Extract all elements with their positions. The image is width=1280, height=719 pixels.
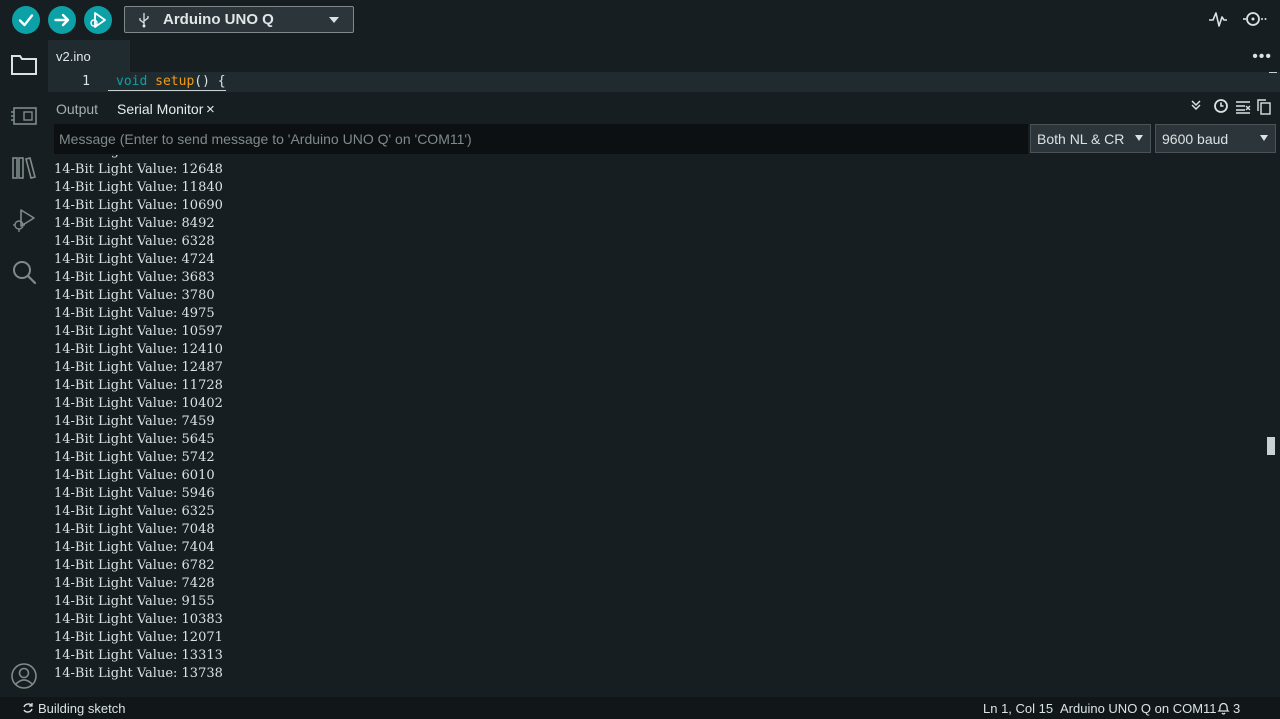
status-bar: Building sketch Ln 1, Col 15 Arduino UNO… <box>0 697 1280 719</box>
clear-output-icon[interactable] <box>1235 100 1251 114</box>
library-icon[interactable] <box>10 154 38 182</box>
chevron-down-icon <box>1135 135 1143 141</box>
serial-line: 14-Bit Light Value: 9155 <box>54 594 215 609</box>
serial-line: 14-Bit Light Value: 10597 <box>54 324 223 339</box>
line-ending-select[interactable]: Both NL & CR <box>1030 124 1151 153</box>
serial-line: 14-Bit Light Value: 12071 <box>54 630 223 645</box>
tab-serial-monitor[interactable]: Serial Monitor <box>117 101 203 117</box>
boards-icon[interactable] <box>10 102 38 130</box>
tab-v2-ino[interactable]: v2.ino <box>48 40 130 72</box>
usb-icon <box>139 12 149 27</box>
serial-line: 14-Bit Light Value: 7459 <box>54 414 215 429</box>
toolbar: Arduino UNO Q <box>0 0 1280 40</box>
serial-line: 14-Bit Light Value: 4975 <box>54 306 215 321</box>
serial-monitor-icon[interactable] <box>1241 9 1269 29</box>
line-number: 1 <box>82 74 90 89</box>
serial-line: 14-Bit Light Value: 7048 <box>54 522 215 537</box>
serial-line: 14-Bit Light Value: 13313 <box>54 648 223 663</box>
serial-line: 14-Bit Light Value: 11728 <box>54 378 223 393</box>
serial-line: 14-Bit Light Value: 10383 <box>54 612 223 627</box>
serial-line: 14-Bit Light Value: 3683 <box>54 270 215 285</box>
serial-line: 14-Bit Light Value: 10402 <box>54 396 223 411</box>
copy-output-icon[interactable] <box>1256 99 1272 115</box>
check-icon <box>18 14 34 27</box>
serial-line: 14-Bit Light Value: 5946 <box>54 486 215 501</box>
board-port-status[interactable]: Arduino UNO Q on COM11 <box>1060 701 1217 716</box>
serial-message-input[interactable] <box>54 124 1028 154</box>
serial-line: 14-Bit Light Value: 5742 <box>54 450 215 465</box>
debug-button[interactable] <box>84 6 112 34</box>
serial-line: 14-Bit Light Value: 6325 <box>54 504 215 519</box>
arrow-right-icon <box>54 13 70 27</box>
close-icon[interactable]: × <box>206 101 215 118</box>
collapse-panel-icon[interactable] <box>1190 99 1202 111</box>
upload-button[interactable] <box>48 6 76 34</box>
timestamp-icon[interactable] <box>1213 98 1229 114</box>
chevron-down-icon <box>1260 135 1268 141</box>
bell-icon[interactable] <box>1217 701 1230 715</box>
code-line: void setup() { <box>116 74 226 89</box>
verify-button[interactable] <box>12 6 40 34</box>
serial-line: 14-Bit Light Value: 12487 <box>54 360 223 375</box>
editor-scrollbar[interactable] <box>1269 72 1277 81</box>
baud-rate-value: 9600 baud <box>1162 130 1229 147</box>
serial-line: 14-Bit Light Value: 7428 <box>54 576 215 591</box>
build-status: Building sketch <box>38 701 126 716</box>
serial-line: 14-Bit Light Value: 6782 <box>54 558 215 573</box>
chevron-down-icon <box>329 17 339 23</box>
notification-count[interactable]: 3 <box>1233 701 1240 716</box>
serial-line: 14-Bit Light Value: 10690 <box>54 198 223 213</box>
code-rest: () { <box>194 74 226 89</box>
pulse-icon[interactable] <box>1208 9 1228 29</box>
debug-icon[interactable] <box>10 206 38 234</box>
activity-bar <box>0 40 48 697</box>
folder-icon[interactable] <box>10 50 38 78</box>
serial-line: 14-Bit Light Value: 13738 <box>54 666 223 681</box>
cursor-position[interactable]: Ln 1, Col 15 <box>983 701 1053 716</box>
more-actions-icon[interactable]: ••• <box>1252 48 1272 66</box>
board-selector[interactable]: Arduino UNO Q <box>124 6 354 33</box>
debug-icon <box>90 12 106 28</box>
serial-line: 14-Bit Light Value: 8492 <box>54 216 215 231</box>
serial-scrollbar-thumb[interactable] <box>1267 437 1275 455</box>
serial-line: 14-Bit Light Value: 11840 <box>54 180 223 195</box>
account-icon[interactable] <box>10 662 38 690</box>
sync-icon <box>23 703 33 713</box>
code-function: setup <box>155 74 195 89</box>
current-line-highlight <box>108 90 226 91</box>
tab-label: v2.ino <box>56 48 91 64</box>
serial-line: 14-Bit Light Value: 6328 <box>54 234 215 249</box>
code-keyword: void <box>116 74 148 89</box>
search-icon[interactable] <box>10 258 38 286</box>
board-name: Arduino UNO Q <box>163 11 274 28</box>
panel-tab-bar: Output Serial Monitor × <box>48 94 1280 124</box>
serial-line: 14-Bit Light Value: 3780 <box>54 288 215 303</box>
code-editor[interactable]: 1 void setup() { <box>48 72 1280 92</box>
serial-line: 14-Bit Light Value: 4724 <box>54 252 215 267</box>
serial-output[interactable]: 14-Bit Light Value: 1339514-Bit Light Va… <box>48 155 1264 689</box>
serial-lines: 14-Bit Light Value: 1339514-Bit Light Va… <box>54 155 223 683</box>
line-ending-value: Both NL & CR <box>1037 130 1125 147</box>
serial-line: 14-Bit Light Value: 7404 <box>54 540 215 555</box>
baud-rate-select[interactable]: 9600 baud <box>1155 124 1276 153</box>
serial-line: 14-Bit Light Value: 12648 <box>54 162 223 177</box>
serial-line: 14-Bit Light Value: 5645 <box>54 432 215 447</box>
serial-line: 14-Bit Light Value: 12410 <box>54 342 223 357</box>
tab-output[interactable]: Output <box>56 101 98 117</box>
serial-line: 14-Bit Light Value: 6010 <box>54 468 215 483</box>
editor-tab-bar: v2.ino ••• <box>48 40 1280 72</box>
